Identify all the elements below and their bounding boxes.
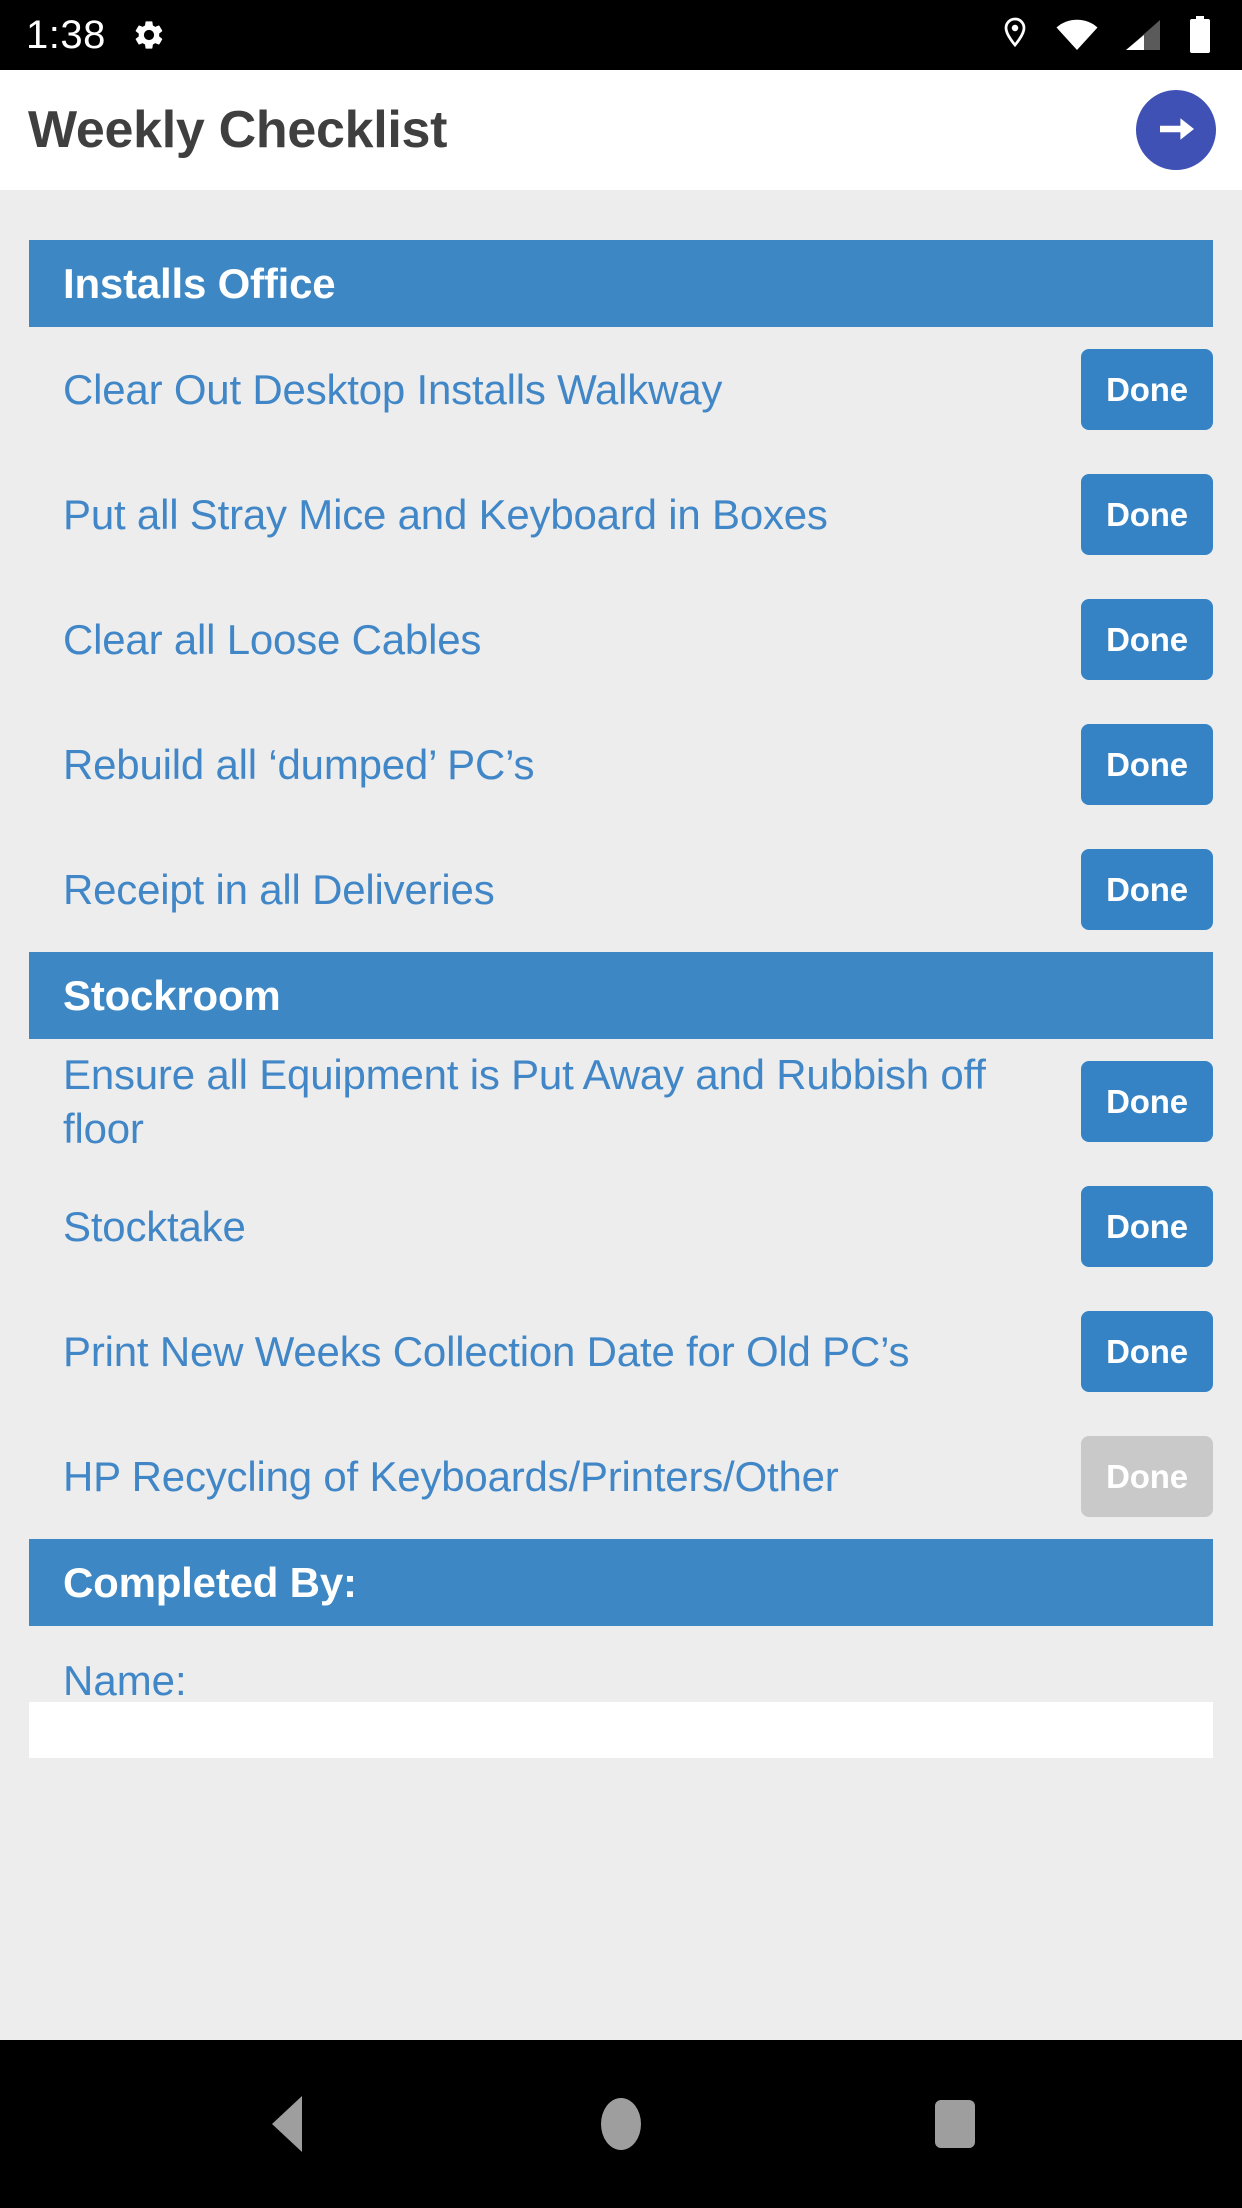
gear-icon bbox=[132, 18, 166, 52]
task-row[interactable]: Clear all Loose Cables Done bbox=[29, 577, 1213, 702]
done-button: Done bbox=[1081, 1436, 1213, 1517]
page-title: Weekly Checklist bbox=[28, 101, 448, 159]
name-label: Name: bbox=[63, 1657, 187, 1704]
nav-home-button[interactable] bbox=[546, 2049, 696, 2199]
task-label: Clear all Loose Cables bbox=[63, 615, 482, 663]
task-row[interactable]: Print New Weeks Collection Date for Old … bbox=[29, 1289, 1213, 1414]
done-button[interactable]: Done bbox=[1081, 599, 1213, 680]
checklist-scroll-area[interactable]: Installs Office Clear Out Desktop Install… bbox=[0, 190, 1242, 2040]
done-button[interactable]: Done bbox=[1081, 849, 1213, 930]
completed-by-header: Completed By: bbox=[29, 1539, 1213, 1626]
task-label: Print New Weeks Collection Date for Old … bbox=[63, 1327, 910, 1375]
task-row[interactable]: HP Recycling of Keyboards/Printers/Other… bbox=[29, 1414, 1213, 1539]
phone-screen: 1:38 Weekly Checklist Installs Office Cl… bbox=[0, 0, 1242, 2208]
arrow-right-icon bbox=[1152, 105, 1200, 156]
name-field-group: Name: bbox=[29, 1626, 1213, 1758]
nav-back-button[interactable] bbox=[212, 2049, 362, 2199]
task-row[interactable]: Receipt in all Deliveries Done bbox=[29, 827, 1213, 952]
task-row[interactable]: Clear Out Desktop Installs Walkway Done bbox=[29, 327, 1213, 452]
done-button[interactable]: Done bbox=[1081, 474, 1213, 555]
task-row[interactable]: Stocktake Done bbox=[29, 1164, 1213, 1289]
back-icon bbox=[272, 2096, 302, 2152]
task-label: Put all Stray Mice and Keyboard in Boxes bbox=[63, 490, 828, 538]
nav-recents-button[interactable] bbox=[880, 2049, 1030, 2199]
task-label: Ensure all Equipment is Put Away and Rub… bbox=[63, 1050, 986, 1152]
section-header-label: Stockroom bbox=[63, 971, 281, 1019]
next-button[interactable] bbox=[1136, 90, 1216, 170]
android-navigation-bar bbox=[0, 2040, 1242, 2208]
location-icon bbox=[1000, 16, 1030, 54]
status-bar-icons bbox=[1000, 16, 1216, 54]
done-button[interactable]: Done bbox=[1081, 349, 1213, 430]
done-button[interactable]: Done bbox=[1081, 1311, 1213, 1392]
status-bar-clock: 1:38 bbox=[26, 13, 106, 57]
done-button[interactable]: Done bbox=[1081, 1061, 1213, 1142]
task-row[interactable]: Put all Stray Mice and Keyboard in Boxes… bbox=[29, 452, 1213, 577]
task-label: Clear Out Desktop Installs Walkway bbox=[63, 365, 723, 413]
completed-by-label: Completed By: bbox=[63, 1558, 357, 1606]
task-label: Stocktake bbox=[63, 1202, 246, 1250]
home-icon bbox=[601, 2098, 641, 2150]
task-label: HP Recycling of Keyboards/Printers/Other bbox=[63, 1452, 839, 1500]
recents-icon bbox=[935, 2100, 975, 2148]
section-header: Installs Office bbox=[29, 240, 1213, 327]
battery-icon bbox=[1188, 16, 1212, 54]
app-bar: Weekly Checklist bbox=[0, 70, 1242, 190]
section-header-label: Installs Office bbox=[63, 259, 336, 307]
cellular-signal-icon bbox=[1124, 19, 1162, 51]
name-input[interactable] bbox=[29, 1702, 1213, 1758]
task-label: Receipt in all Deliveries bbox=[63, 865, 495, 913]
wifi-icon bbox=[1056, 19, 1098, 51]
task-label: Rebuild all ‘dumped’ PC’s bbox=[63, 740, 535, 788]
status-bar: 1:38 bbox=[0, 0, 1242, 70]
section-header: Stockroom bbox=[29, 952, 1213, 1039]
checklist: Installs Office Clear Out Desktop Install… bbox=[0, 190, 1242, 1758]
task-row[interactable]: Rebuild all ‘dumped’ PC’s Done bbox=[29, 702, 1213, 827]
task-row[interactable]: Ensure all Equipment is Put Away and Rub… bbox=[29, 1039, 1213, 1164]
done-button[interactable]: Done bbox=[1081, 1186, 1213, 1267]
done-button[interactable]: Done bbox=[1081, 724, 1213, 805]
